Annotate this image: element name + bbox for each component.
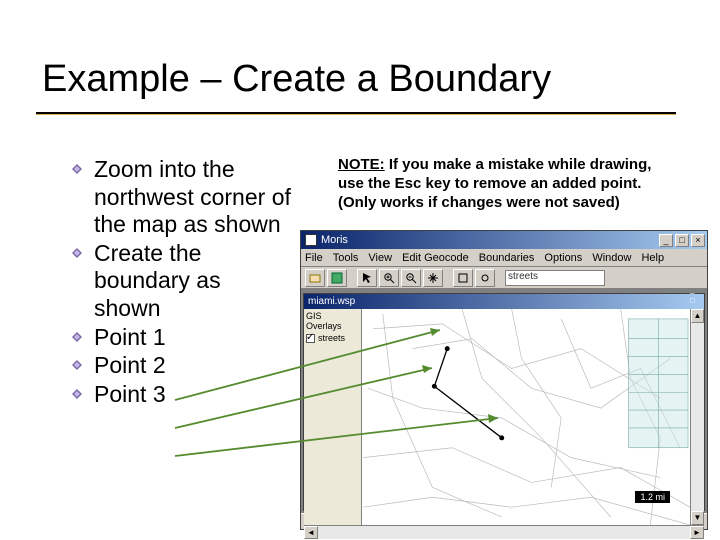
legend-header: GIS Overlays — [306, 311, 359, 331]
scrollbar-vertical[interactable]: ▲ ▼ — [690, 309, 704, 525]
checkbox-icon[interactable] — [306, 334, 315, 343]
note-label: NOTE: — [338, 156, 385, 173]
bullet-text: Point 1 — [94, 324, 166, 350]
bullet-item-point1: Point 1 — [72, 324, 292, 352]
bullet-text: Create the boundary as shown — [94, 240, 221, 321]
app-window: Moris _ □ × File Tools View Edit Geocode… — [300, 230, 708, 530]
scroll-up-icon[interactable]: ▲ — [691, 309, 704, 323]
layer-legend: GIS Overlays streets — [304, 309, 362, 525]
diamond-bullet-icon — [72, 360, 82, 370]
slide: Example – Create a Boundary Zoom into th… — [0, 0, 720, 540]
note-body-2: (Only works if changes were not saved) — [338, 194, 620, 211]
diamond-bullet-icon — [72, 164, 82, 174]
note-body-1: If you make a mistake while drawing, use… — [338, 156, 651, 192]
diamond-bullet-icon — [72, 389, 82, 399]
menubar: File Tools View Edit Geocode Boundaries … — [301, 249, 707, 267]
bullet-item-create: Create the boundary as shown — [72, 240, 292, 323]
mdi-client: miami.wsp _ □ × GIS Overlays streets — [301, 289, 707, 513]
bullet-text: Point 2 — [94, 352, 166, 378]
tool-pan-icon[interactable] — [423, 269, 443, 287]
legend-label: streets — [318, 333, 345, 343]
legend-item-streets[interactable]: streets — [306, 333, 359, 343]
menu-options[interactable]: Options — [544, 252, 582, 264]
menu-boundaries[interactable]: Boundaries — [479, 252, 535, 264]
scrollbar-horizontal[interactable]: ◄ ► — [304, 525, 704, 539]
bullet-text: Point 3 — [94, 381, 166, 407]
bullet-text: Zoom into the northwest corner of the ma… — [94, 156, 291, 237]
close-button[interactable]: × — [691, 234, 705, 247]
title-underline — [36, 112, 676, 115]
scroll-left-icon[interactable]: ◄ — [304, 526, 318, 539]
doc-title: miami.wsp — [308, 296, 355, 307]
tool-save-icon[interactable] — [327, 269, 347, 287]
boundary-drawing — [432, 346, 504, 440]
scroll-down-icon[interactable]: ▼ — [691, 511, 704, 525]
layer-select[interactable]: streets — [505, 270, 605, 286]
diamond-bullet-icon — [72, 332, 82, 342]
app-icon — [305, 234, 317, 246]
doc-minimize-button[interactable]: _ — [690, 285, 702, 296]
tool-pointer-icon[interactable] — [357, 269, 377, 287]
map-canvas[interactable]: 1.2 mi — [362, 309, 690, 525]
doc-titlebar[interactable]: miami.wsp _ □ × — [304, 294, 704, 309]
menu-edit-geocode[interactable]: Edit Geocode — [402, 252, 469, 264]
slide-title: Example – Create a Boundary — [42, 58, 551, 101]
bullet-item-point2: Point 2 — [72, 352, 292, 380]
tool-misc-icon[interactable] — [453, 269, 473, 287]
scroll-right-icon[interactable]: ► — [690, 526, 704, 539]
tool-misc2-icon[interactable] — [475, 269, 495, 287]
note-text: NOTE: If you make a mistake while drawin… — [338, 156, 678, 212]
tool-open-icon[interactable] — [305, 269, 325, 287]
titlebar[interactable]: Moris _ □ × — [301, 231, 707, 249]
window-title: Moris — [321, 234, 348, 246]
menu-view[interactable]: View — [368, 252, 392, 264]
tool-zoom-out-icon[interactable] — [401, 269, 421, 287]
document-window: miami.wsp _ □ × GIS Overlays streets — [303, 293, 705, 511]
scale-badge: 1.2 mi — [635, 491, 670, 503]
tool-zoom-in-icon[interactable] — [379, 269, 399, 287]
diamond-bullet-icon — [72, 248, 82, 258]
minimize-button[interactable]: _ — [659, 234, 673, 247]
menu-window[interactable]: Window — [592, 252, 631, 264]
bullet-list: Zoom into the northwest corner of the ma… — [72, 156, 292, 409]
menu-tools[interactable]: Tools — [333, 252, 359, 264]
bullet-item-zoom: Zoom into the northwest corner of the ma… — [72, 156, 292, 239]
maximize-button[interactable]: □ — [675, 234, 689, 247]
toolbar: streets — [301, 267, 707, 289]
doc-maximize-button[interactable]: □ — [690, 296, 702, 307]
menu-help[interactable]: Help — [641, 252, 664, 264]
bullet-item-point3: Point 3 — [72, 381, 292, 409]
menu-file[interactable]: File — [305, 252, 323, 264]
